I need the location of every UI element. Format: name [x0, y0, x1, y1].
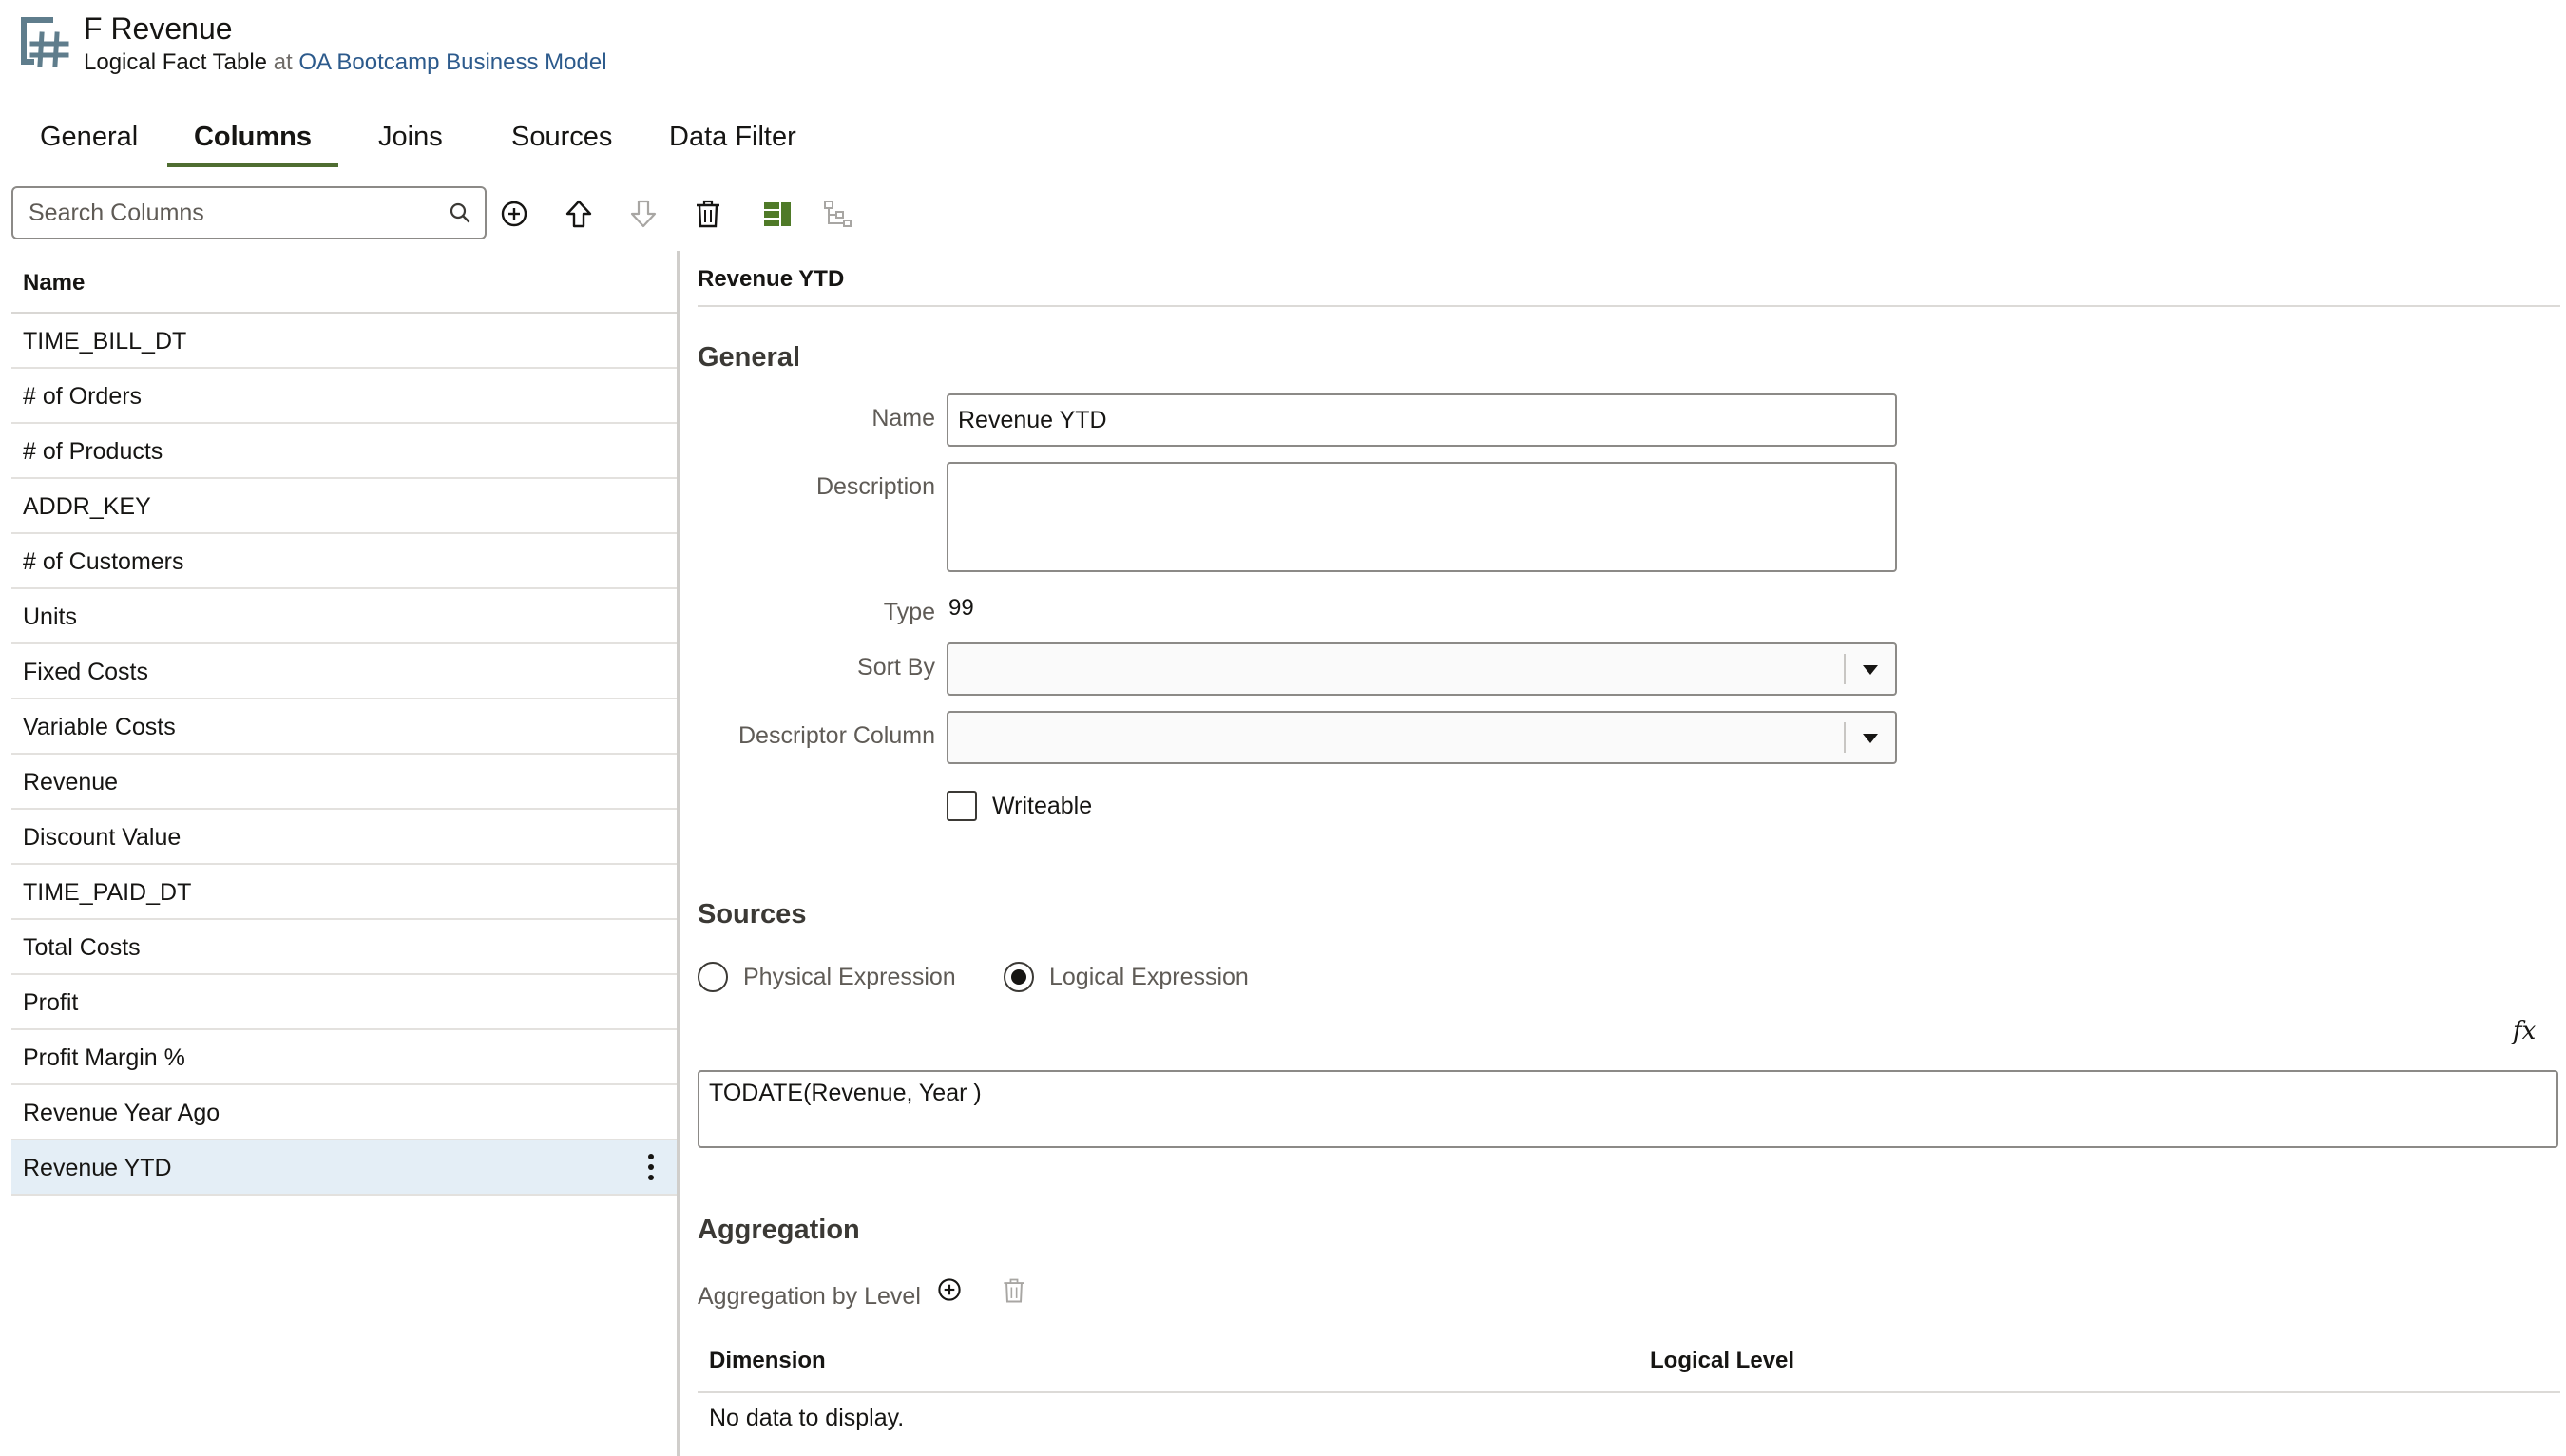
object-type-label: Logical Fact Table	[84, 49, 268, 75]
description-field	[947, 462, 1897, 572]
logical-expression-radio[interactable]	[1004, 962, 1034, 992]
list-item[interactable]: TIME_BILL_DT	[11, 314, 677, 369]
tab-label: General	[40, 122, 139, 152]
add-column-icon[interactable]	[498, 198, 530, 230]
list-item-label: # of Customers	[23, 548, 184, 575]
physical-expression-label: Physical Expression	[743, 964, 956, 990]
type-label: Type	[883, 599, 935, 625]
search-input[interactable]	[29, 198, 428, 228]
name-label: Name	[871, 405, 935, 431]
aggregation-by-level-label: Aggregation by Level	[698, 1283, 921, 1310]
tab-label: Data Filter	[669, 122, 796, 152]
description-label: Description	[815, 473, 935, 500]
list-item[interactable]: Variable Costs	[11, 699, 677, 755]
list-item-label: TIME_BILL_DT	[23, 328, 187, 354]
list-item-label: Fixed Costs	[23, 659, 148, 685]
divider	[698, 305, 2560, 307]
tab-columns[interactable]: Columns	[167, 112, 338, 167]
type-value: 99	[948, 595, 974, 621]
column-header-logical-level[interactable]: Logical Level	[1650, 1348, 1794, 1374]
list-item[interactable]: Revenue	[11, 755, 677, 810]
list-item[interactable]: ADDR_KEY	[11, 479, 677, 534]
list-item[interactable]: Profit Margin %	[11, 1030, 677, 1085]
list-item-label: Units	[23, 603, 77, 630]
active-tab-indicator	[167, 163, 338, 167]
list-item[interactable]: Profit	[11, 975, 677, 1030]
name-field	[947, 393, 1897, 447]
list-item-label: Profit Margin %	[23, 1044, 185, 1071]
chevron-down-icon	[1863, 734, 1878, 743]
list-item[interactable]: Revenue Year Ago	[11, 1085, 677, 1140]
delete-icon[interactable]	[692, 198, 724, 230]
tab-general[interactable]: General	[15, 112, 163, 167]
table-header-divider	[698, 1391, 2560, 1393]
list-item[interactable]: Units	[11, 589, 677, 644]
page-title: F Revenue	[84, 11, 233, 46]
empty-table-message: No data to display.	[709, 1405, 905, 1431]
search-icon[interactable]	[449, 201, 471, 224]
at-label: at	[273, 49, 293, 75]
descriptor-column-select[interactable]	[947, 711, 1897, 764]
list-item-label: ADDR_KEY	[23, 493, 151, 520]
descriptor-column-label: Descriptor Column	[737, 722, 935, 749]
kebab-menu-icon[interactable]	[646, 1152, 656, 1182]
move-up-icon[interactable]	[563, 198, 595, 230]
logical-expression-label: Logical Expression	[1049, 964, 1249, 990]
list-item-selected[interactable]: Revenue YTD	[11, 1140, 677, 1196]
business-model-link[interactable]: OA Bootcamp Business Model	[298, 49, 606, 75]
section-aggregation-heading: Aggregation	[698, 1215, 860, 1245]
tab-data-filter[interactable]: Data Filter	[646, 112, 819, 167]
writeable-label: Writeable	[992, 793, 1093, 819]
physical-expression-radio[interactable]	[698, 962, 728, 992]
expression-field: TODATE(Revenue, Year )	[698, 1070, 2558, 1148]
list-item[interactable]: TIME_PAID_DT	[11, 865, 677, 920]
list-item-label: Discount Value	[23, 824, 182, 851]
columns-list: Name TIME_BILL_DT # of Orders # of Produ…	[11, 253, 677, 1196]
hierarchy-icon[interactable]	[821, 198, 853, 230]
section-general-heading: General	[698, 342, 800, 373]
expression-input[interactable]: TODATE(Revenue, Year )	[709, 1080, 2543, 1137]
select-separator	[1844, 654, 1846, 684]
list-item-label: TIME_PAID_DT	[23, 879, 192, 906]
list-item[interactable]: # of Products	[11, 424, 677, 479]
expression-builder-fx-icon[interactable]: fx	[2513, 1017, 2536, 1045]
tab-joins[interactable]: Joins	[355, 112, 466, 167]
move-down-icon[interactable]	[627, 198, 660, 230]
list-header-name: Name	[11, 253, 677, 314]
list-item[interactable]: Discount Value	[11, 810, 677, 865]
select-separator	[1844, 722, 1846, 753]
columns-view-icon[interactable]	[761, 198, 794, 230]
sort-by-select[interactable]	[947, 642, 1897, 696]
writeable-checkbox[interactable]	[947, 791, 977, 821]
list-item-label: # of Orders	[23, 383, 143, 410]
add-aggregation-icon[interactable]	[935, 1275, 964, 1304]
list-item-label: Revenue YTD	[23, 1155, 172, 1181]
list-item[interactable]: Total Costs	[11, 920, 677, 975]
column-header-dimension[interactable]: Dimension	[709, 1348, 826, 1374]
list-item-label: Revenue Year Ago	[23, 1100, 220, 1126]
list-item[interactable]: # of Customers	[11, 534, 677, 589]
tab-sources[interactable]: Sources	[488, 112, 635, 167]
list-item-label: Total Costs	[23, 934, 141, 961]
panel-splitter[interactable]	[677, 251, 680, 1456]
description-input[interactable]	[958, 471, 1880, 563]
page-subtitle: Logical Fact Table at OA Bootcamp Busine…	[84, 49, 607, 76]
search-columns-field	[11, 186, 487, 239]
list-item-label: Variable Costs	[23, 714, 176, 740]
delete-aggregation-icon[interactable]	[1000, 1275, 1028, 1306]
logical-fact-table-icon	[21, 17, 69, 67]
chevron-down-icon	[1863, 665, 1878, 675]
tab-label: Sources	[511, 122, 613, 152]
tab-label: Joins	[378, 122, 443, 152]
list-item-label: Profit	[23, 989, 79, 1016]
list-item-label: # of Products	[23, 438, 163, 465]
section-sources-heading: Sources	[698, 899, 807, 929]
name-input[interactable]	[958, 405, 1880, 435]
sort-by-label: Sort By	[857, 654, 935, 680]
list-item[interactable]: # of Orders	[11, 369, 677, 424]
list-item[interactable]: Fixed Costs	[11, 644, 677, 699]
tab-label: Columns	[193, 122, 313, 152]
list-item-label: Revenue	[23, 769, 119, 795]
detail-title: Revenue YTD	[698, 266, 845, 292]
